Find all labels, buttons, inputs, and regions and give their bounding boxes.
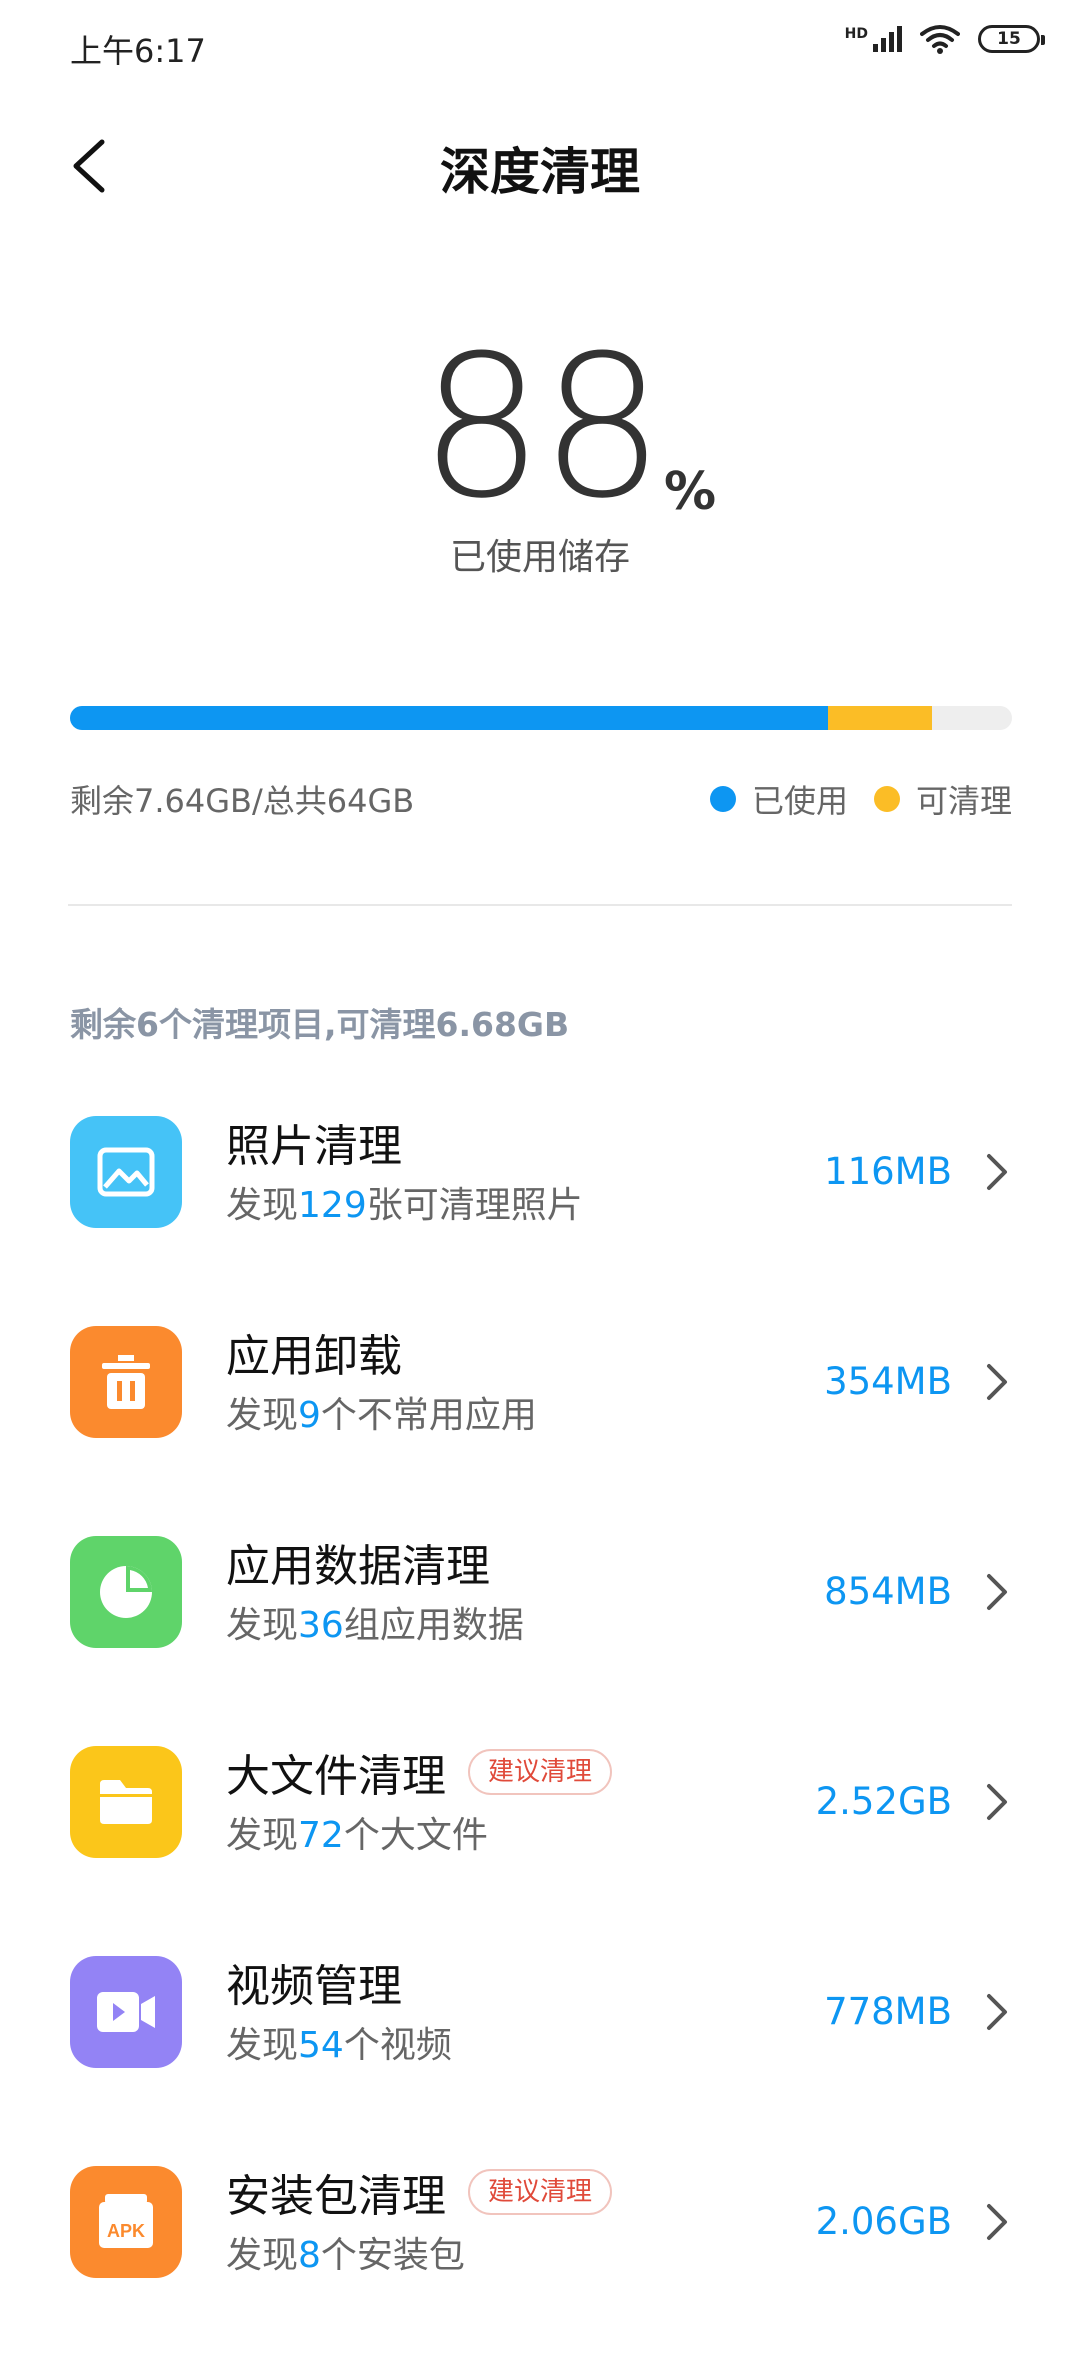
chevron-right-icon (987, 1364, 1007, 1400)
legend-used-dot (709, 786, 736, 812)
folder-icon (70, 1746, 182, 1858)
item-title: 照片清理 (226, 1121, 402, 1172)
list-item-app-data-cleanup[interactable]: 应用数据清理 发现36组应用数据 854MB (0, 1536, 1080, 1746)
list-item-photo-cleanup[interactable]: 照片清理 发现129张可清理照片 116MB (0, 1116, 1080, 1326)
wifi-icon (920, 25, 960, 54)
storage-bar (70, 706, 1012, 730)
status-icons: HD 15 (845, 24, 1045, 54)
battery-icon: 15 (978, 25, 1045, 53)
battery-level: 15 (997, 29, 1021, 49)
legend-used-label: 已使用 (751, 782, 848, 820)
storage-remaining-text: 剩余7.64GB/总共64GB (70, 782, 415, 820)
item-description: 发现8个安装包 (226, 2235, 465, 2276)
divider (68, 904, 1012, 906)
storage-bar-cleanable (828, 706, 932, 730)
network-type: HD (844, 26, 868, 42)
item-size: 2.06GB (815, 2200, 952, 2243)
video-icon (70, 1956, 182, 2068)
apk-icon: APK (70, 2166, 182, 2278)
storage-bar-used (70, 706, 829, 730)
recommend-badge: 建议清理 (468, 1749, 613, 1795)
pie-chart-icon (70, 1536, 182, 1648)
recommend-badge: 建议清理 (468, 2169, 613, 2215)
cleanup-summary: 剩余6个清理项目,可清理6.68GB (70, 1005, 570, 1044)
used-percent-value: 88 (419, 314, 664, 542)
item-title: 应用数据清理 (226, 1541, 490, 1592)
storage-legend: 已使用 可清理 (709, 776, 1012, 822)
list-item-large-file-cleanup[interactable]: 大文件清理 建议清理 发现72个大文件 2.52GB (0, 1746, 1080, 1956)
item-title: 安装包清理 (226, 2171, 446, 2222)
item-size: 354MB (824, 1360, 952, 1403)
item-description: 发现36组应用数据 (226, 1605, 524, 1646)
item-description: 发现54个视频 (226, 2025, 452, 2066)
item-description: 发现129张可清理照片 (226, 1185, 583, 1226)
list-item-video-management[interactable]: 视频管理 发现54个视频 778MB (0, 1956, 1080, 2166)
chevron-right-icon (987, 1154, 1007, 1190)
item-size: 2.52GB (815, 1780, 952, 1823)
chevron-right-icon (987, 1994, 1007, 2030)
legend-cleanable-label: 可清理 (915, 782, 1012, 820)
percent-sign: % (664, 462, 717, 522)
chevron-right-icon (987, 1784, 1007, 1820)
item-description: 发现9个不常用应用 (226, 1395, 537, 1436)
status-time: 上午6:17 (70, 32, 206, 70)
item-size: 116MB (824, 1150, 952, 1193)
signal-icon: HD (845, 26, 902, 52)
legend-cleanable-dot (873, 786, 900, 812)
list-item-apk-cleanup[interactable]: APK 安装包清理 建议清理 发现8个安装包 2.06GB (0, 2166, 1080, 2376)
item-title: 大文件清理 (226, 1751, 446, 1802)
item-size: 778MB (824, 1990, 952, 2033)
page-title: 深度清理 (440, 143, 640, 201)
used-storage-label: 已使用储存 (449, 537, 630, 578)
chevron-right-icon (987, 1574, 1007, 1610)
photo-icon (70, 1116, 182, 1228)
item-title: 应用卸载 (226, 1331, 402, 1382)
trash-icon (70, 1326, 182, 1438)
list-item-app-uninstall[interactable]: 应用卸载 发现9个不常用应用 354MB (0, 1326, 1080, 1536)
item-description: 发现72个大文件 (226, 1815, 488, 1856)
chevron-right-icon (987, 2204, 1007, 2240)
item-size: 854MB (824, 1570, 952, 1613)
svg-text:APK: APK (107, 2221, 145, 2241)
item-title: 视频管理 (226, 1961, 402, 2012)
